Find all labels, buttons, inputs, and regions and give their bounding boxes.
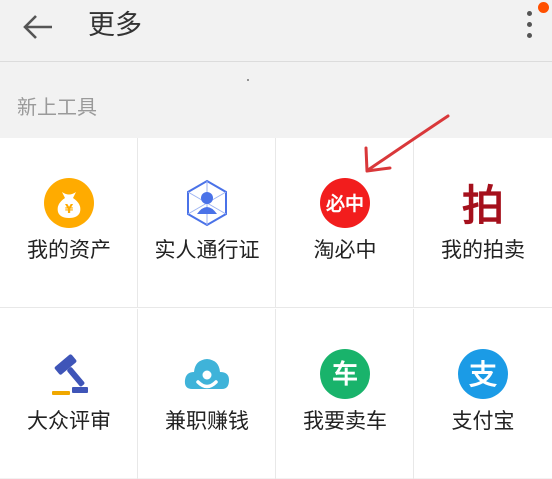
tool-public-review[interactable]: 大众评审 [0,309,138,479]
money-bag-icon: ¥ [44,178,94,228]
person-badge-icon [182,178,232,228]
page-title: 更多 [88,10,142,41]
divider-dot [247,79,249,81]
tool-label: 我要卖车 [303,409,387,433]
alipay-icon: 支 [458,349,508,399]
auction-pai-icon: 拍 [458,178,508,230]
tool-label: 淘必中 [313,238,377,262]
notification-badge [538,2,549,13]
cloud-person-icon [182,349,232,399]
tool-part-time-earn[interactable]: 兼职赚钱 [138,309,276,479]
back-arrow-icon[interactable] [20,11,56,47]
svg-text:¥: ¥ [65,202,74,216]
icon-text: 车 [332,359,358,390]
taobizhong-logo-icon: 必中 [320,178,370,228]
tool-my-assets[interactable]: ¥ 我的资产 [0,138,138,308]
tool-label: 实人通行证 [154,238,260,262]
tool-alipay[interactable]: 支 支付宝 [414,309,552,479]
gavel-icon [44,349,94,399]
tool-sell-car[interactable]: 车 我要卖车 [276,309,414,479]
tool-label: 支付宝 [451,409,515,433]
top-bar: 更多 [0,0,552,62]
tool-label: 兼职赚钱 [165,409,249,433]
tool-label: 我的拍卖 [441,238,525,262]
car-sell-icon: 车 [320,349,370,399]
tool-real-name-pass[interactable]: 实人通行证 [138,138,276,308]
tool-label: 我的资产 [27,238,111,262]
tool-label: 大众评审 [27,409,111,433]
icon-text: 必中 [325,192,364,215]
section-title: 新上工具 [17,95,97,119]
tool-taobizhong[interactable]: 必中 淘必中 [276,138,414,308]
icon-text: 拍 [462,181,504,228]
tool-my-auction[interactable]: 拍 我的拍卖 [414,138,552,308]
icon-text: 支 [469,358,497,391]
tools-grid: ¥ 我的资产 实人通行证 必中 淘必中 拍 我的拍卖 大众评审 兼职赚钱 车 我… [0,138,552,479]
